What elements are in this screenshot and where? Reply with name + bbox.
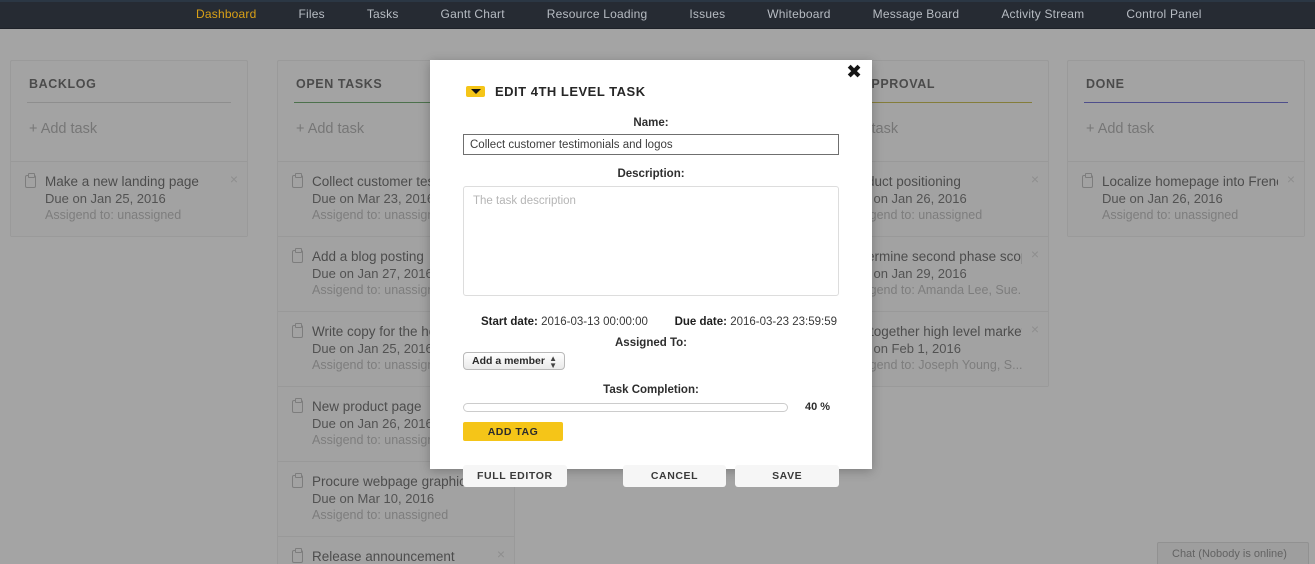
start-date: Start date: 2016-03-13 00:00:00 xyxy=(481,316,648,328)
save-button[interactable]: SAVE xyxy=(735,465,840,487)
due-date-label: Due date: xyxy=(674,316,727,328)
task-completion-label: Task Completion: xyxy=(603,384,699,396)
edit-task-modal: ✖ EDIT 4TH LEVEL TASK Name: Description:… xyxy=(430,60,872,487)
nav-item-gantt-chart[interactable]: Gantt Chart xyxy=(441,7,505,21)
due-date-value: 2016-03-23 23:59:59 xyxy=(730,316,837,328)
page-title: EDIT 4TH LEVEL TASK xyxy=(495,84,646,99)
nav-item-whiteboard[interactable]: Whiteboard xyxy=(767,7,830,21)
add-member-select[interactable]: Add a member ▲ ▼ xyxy=(463,352,565,370)
nav-item-resource-loading[interactable]: Resource Loading xyxy=(547,7,648,21)
nav-item-activity-stream[interactable]: Activity Stream xyxy=(1001,7,1084,21)
description-field-label: Description: xyxy=(617,168,685,180)
nav-item-message-board[interactable]: Message Board xyxy=(873,7,960,21)
nav-item-files[interactable]: Files xyxy=(299,7,325,21)
date-row: Start date: 2016-03-13 00:00:00 Due date… xyxy=(463,316,839,328)
add-member-select-value: Add a member xyxy=(472,355,545,367)
chevron-down-icon xyxy=(466,86,485,97)
app-root: Dashboard Files Tasks Gantt Chart Resource L… xyxy=(0,0,1315,564)
task-completion-slider[interactable] xyxy=(463,402,788,412)
start-date-value: 2016-03-13 00:00:00 xyxy=(541,316,648,328)
edit-task-form: Name: Description: Start date: 2016-03-1… xyxy=(430,117,872,487)
description-textarea[interactable] xyxy=(463,186,839,296)
task-completion-row: 40 % xyxy=(463,401,839,413)
full-editor-button[interactable]: FULL EDITOR xyxy=(463,465,567,487)
close-icon[interactable]: ✖ xyxy=(846,63,862,82)
cancel-button[interactable]: CANCEL xyxy=(622,465,727,487)
nav-item-list: Dashboard Files Tasks Gantt Chart Resource L… xyxy=(196,7,1244,21)
modal-title-row: EDIT 4TH LEVEL TASK xyxy=(430,60,872,99)
modal-footer: FULL EDITOR CANCEL SAVE xyxy=(463,465,840,487)
name-field-label: Name: xyxy=(633,117,669,129)
nav-item-control-panel[interactable]: Control Panel xyxy=(1126,7,1201,21)
nav-item-tasks[interactable]: Tasks xyxy=(367,7,399,21)
nav-item-issues[interactable]: Issues xyxy=(689,7,725,21)
assigned-to-label: Assigned To: xyxy=(615,337,687,349)
due-date: Due date: 2016-03-23 23:59:59 xyxy=(675,316,837,328)
nav-item-dashboard[interactable]: Dashboard xyxy=(196,7,257,21)
start-date-label: Start date: xyxy=(481,316,538,328)
stepper-arrows-icon: ▲ ▼ xyxy=(549,354,557,370)
add-tag-button[interactable]: ADD TAG xyxy=(463,422,563,441)
name-input[interactable] xyxy=(463,134,839,155)
task-completion-value: 40 % xyxy=(805,401,831,413)
top-navigation-bar: Dashboard Files Tasks Gantt Chart Resource L… xyxy=(0,0,1315,29)
